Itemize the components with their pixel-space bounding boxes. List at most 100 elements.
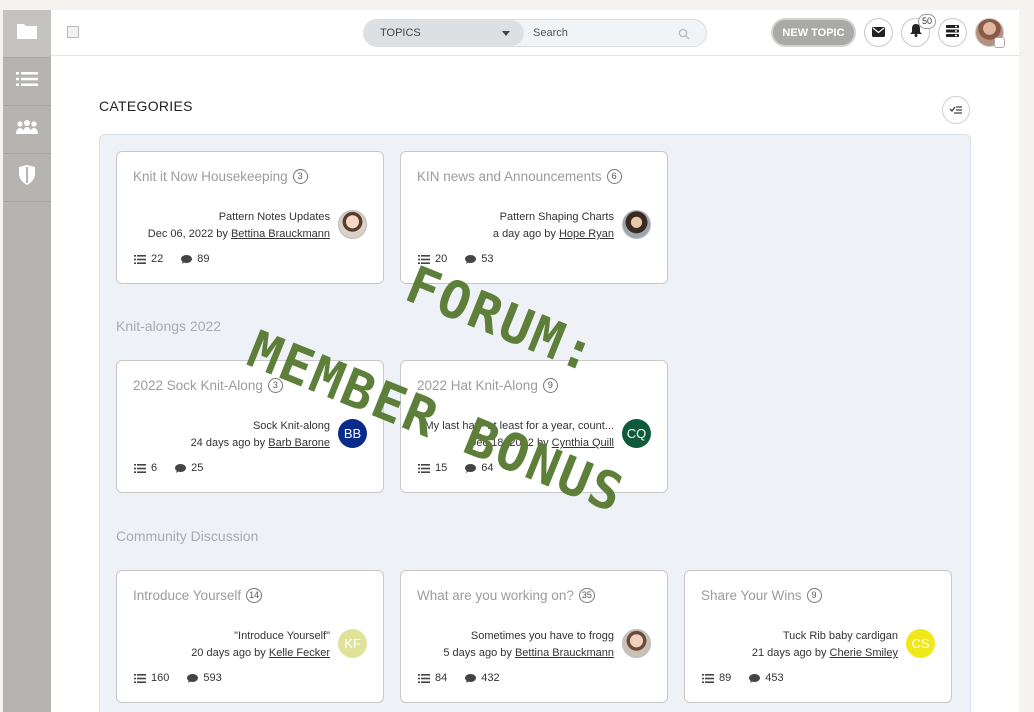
category-title[interactable]: KIN news and Announcements 6: [417, 169, 622, 184]
users-icon: [15, 119, 39, 140]
list-icon: [134, 673, 146, 683]
author-initials: CS: [911, 636, 930, 651]
comments-stat: 432: [465, 672, 500, 684]
comments-stat: 25: [175, 462, 203, 474]
latest-post-title[interactable]: Sometimes you have to frogg: [471, 630, 614, 642]
category-card[interactable]: Introduce Yourself 14 "Introduce Yourself"…: [116, 570, 384, 703]
category-card[interactable]: Share Your Wins 9 Tuck Rib baby cardigan 21…: [684, 570, 952, 703]
topics-count: 6: [151, 462, 158, 474]
top-bar: TOPICS NEW TOPIC 50: [51, 10, 1019, 56]
topic-count-badge: 9: [806, 588, 822, 603]
category-card[interactable]: KIN news and Announcements 6 Pattern Shapi…: [400, 151, 668, 284]
shield-icon: [18, 165, 36, 190]
list-icon: [134, 463, 146, 473]
latest-post-title[interactable]: Pattern Shaping Charts: [500, 211, 614, 223]
category-group-title: Knit-alongs 2022: [116, 318, 222, 334]
author-link[interactable]: Cherie Smiley: [830, 647, 898, 659]
sidebar-item-moderation[interactable]: [3, 154, 51, 202]
left-sidebar: [3, 10, 51, 712]
categories-panel: Knit it Now Housekeeping 3 Pattern Notes U…: [99, 134, 971, 712]
category-card[interactable]: Knit it Now Housekeeping 3 Pattern Notes U…: [116, 151, 384, 284]
author-avatar[interactable]: [622, 629, 651, 658]
messages-button[interactable]: [864, 18, 893, 47]
list-icon: [418, 673, 430, 683]
sidebar-item-topics[interactable]: [3, 58, 51, 106]
author-avatar[interactable]: BB: [338, 419, 367, 448]
post-date: 24 days ago by: [190, 437, 269, 449]
category-card[interactable]: 2022 Sock Knit-Along 3 Sock Knit-along 24 d…: [116, 360, 384, 493]
search-icon[interactable]: [678, 27, 690, 45]
author-link[interactable]: Hope Ryan: [559, 228, 614, 240]
user-avatar[interactable]: [975, 18, 1005, 48]
category-stats: 15 64: [418, 462, 512, 474]
category-title[interactable]: Introduce Yourself 14: [133, 588, 263, 603]
latest-post-meta: 5 days ago by Bettina Brauckmann: [443, 647, 614, 659]
author-avatar[interactable]: CS: [906, 629, 935, 658]
topics-stat: 6: [134, 462, 157, 474]
category-name: KIN news and Announcements: [417, 169, 602, 184]
topics-count: 84: [435, 672, 448, 684]
site-logo[interactable]: [67, 26, 79, 38]
comment-icon: [465, 463, 477, 473]
category-title[interactable]: 2022 Hat Knit-Along 9: [417, 378, 558, 393]
topics-count: 20: [435, 253, 448, 265]
author-avatar[interactable]: KF: [338, 629, 367, 658]
mark-all-read-button[interactable]: [942, 96, 970, 124]
latest-post-title[interactable]: "Introduce Yourself": [234, 630, 330, 642]
search-bar: TOPICS: [363, 19, 707, 47]
list-icon: [16, 71, 38, 92]
author-avatar[interactable]: CQ: [622, 419, 651, 448]
latest-post-title[interactable]: Sock Knit-along: [253, 420, 330, 432]
topic-count-badge: 6: [606, 169, 622, 184]
author-initials: KF: [344, 636, 361, 651]
comments-count: 64: [481, 462, 494, 474]
category-name: 2022 Hat Knit-Along: [417, 378, 538, 393]
notifications-button[interactable]: 50: [901, 14, 936, 47]
category-title[interactable]: 2022 Sock Knit-Along 3: [133, 378, 283, 393]
category-stats: 160 593: [134, 672, 240, 684]
post-date: a day ago by: [492, 228, 559, 240]
author-link[interactable]: Cynthia Quill: [552, 437, 614, 449]
comments-count: 453: [765, 672, 784, 684]
topics-stat: 20: [418, 253, 447, 265]
author-link[interactable]: Barb Barone: [268, 437, 330, 449]
new-topic-button[interactable]: NEW TOPIC: [771, 18, 856, 47]
latest-post-title[interactable]: Tuck Rib baby cardigan: [783, 630, 898, 642]
author-initials: CQ: [626, 426, 647, 441]
author-link[interactable]: Bettina Brauckmann: [231, 228, 330, 240]
category-title[interactable]: Knit it Now Housekeeping 3: [133, 169, 308, 184]
post-date: 5 days ago by: [443, 647, 515, 659]
category-card[interactable]: What are you working on? 35 Sometimes you …: [400, 570, 668, 703]
category-card[interactable]: 2022 Hat Knit-Along 9 My last hat - at lea…: [400, 360, 668, 493]
topics-stat: 89: [702, 672, 731, 684]
topic-count-badge: 3: [292, 169, 308, 184]
author-link[interactable]: Bettina Brauckmann: [515, 647, 614, 659]
topics-stat: 84: [418, 672, 447, 684]
search-input[interactable]: [524, 20, 674, 46]
latest-post-meta: 21 days ago by Cherie Smiley: [752, 647, 898, 659]
list-icon: [418, 463, 430, 473]
comment-icon: [465, 254, 477, 264]
list-icon: [702, 673, 714, 683]
latest-post-title[interactable]: My last hat - at least for a year, count…: [424, 420, 614, 432]
category-title[interactable]: Share Your Wins 9: [701, 588, 822, 603]
latest-post-meta: 24 days ago by Barb Barone: [191, 437, 330, 449]
author-link[interactable]: Kelle Fecker: [269, 647, 330, 659]
sidebar-item-categories[interactable]: [3, 10, 51, 58]
menu-button[interactable]: [938, 18, 967, 47]
page-title: CATEGORIES: [99, 98, 193, 114]
author-avatar[interactable]: [338, 210, 367, 239]
author-avatar[interactable]: [622, 210, 651, 239]
author-initials: BB: [343, 426, 362, 441]
latest-post-title[interactable]: Pattern Notes Updates: [219, 211, 330, 223]
latest-post-meta: Dec 18, 2022 by Cynthia Quill: [468, 437, 614, 449]
category-title[interactable]: What are you working on? 35: [417, 588, 595, 603]
comments-stat: 593: [187, 672, 222, 684]
search-scope-select[interactable]: TOPICS: [364, 20, 524, 46]
topic-count-badge: 9: [542, 378, 558, 393]
category-stats: 6 25: [134, 462, 221, 474]
sidebar-item-members[interactable]: [3, 106, 51, 154]
list-icon: [134, 254, 146, 264]
topics-count: 89: [719, 672, 732, 684]
post-date: Dec 18, 2022 by: [468, 437, 552, 449]
